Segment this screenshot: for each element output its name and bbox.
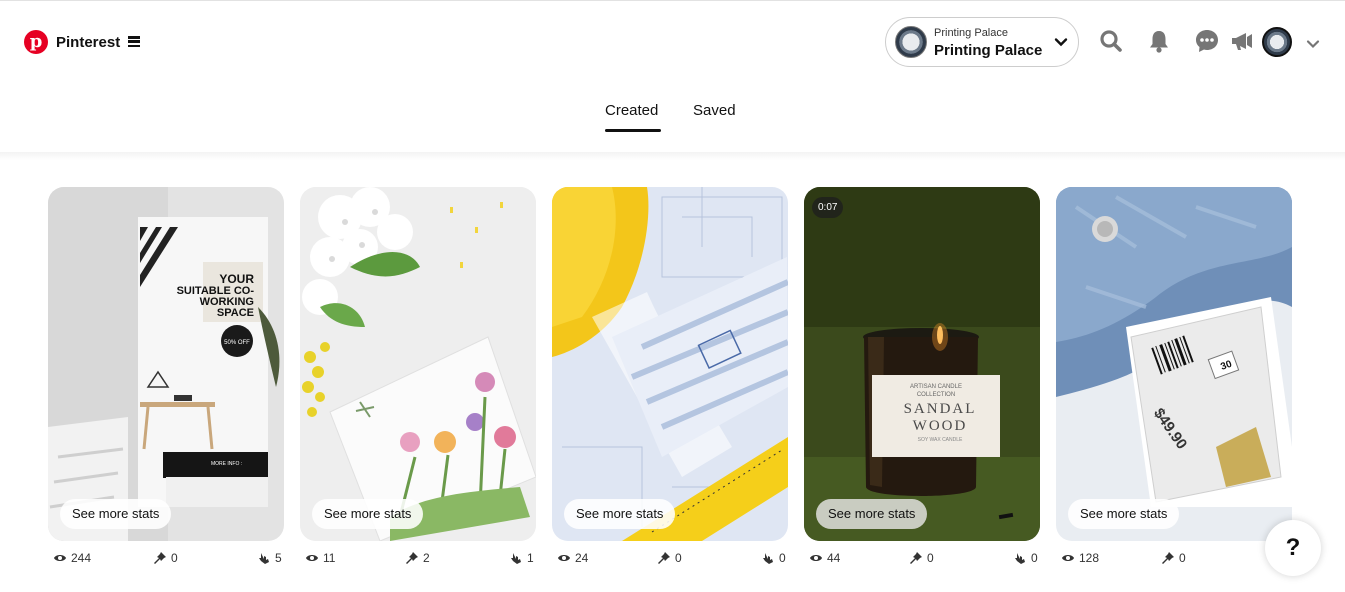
- eye-icon: [810, 555, 822, 561]
- discount-badge: 50% OFF: [224, 340, 250, 346]
- active-tab-indicator: [605, 129, 661, 132]
- profile-tabs: Created Saved: [0, 102, 1345, 134]
- impressions-count: 44: [827, 551, 841, 565]
- tap-icon: [1015, 553, 1025, 564]
- impressions-count: 11: [323, 551, 336, 565]
- account-label: Printing Palace: [934, 27, 1008, 39]
- pin-card[interactable]: 30 $49.90 See more stats: [1056, 187, 1292, 541]
- see-more-stats-button[interactable]: See more stats: [1068, 499, 1180, 529]
- see-more-stats-button[interactable]: See more stats: [60, 499, 172, 529]
- pin-stats: 11 2 1: [306, 551, 542, 567]
- see-more-stats-button[interactable]: See more stats: [816, 499, 928, 529]
- clicks-stat: 5: [258, 551, 282, 565]
- pin-image: YOUR SUITABLE CO- WORKING SPACE 50% OFF …: [48, 187, 284, 541]
- impressions-stat: 244: [54, 551, 91, 565]
- eye-icon: [558, 555, 570, 561]
- impressions-stat: 11: [306, 551, 335, 565]
- see-more-stats-button[interactable]: See more stats: [312, 499, 424, 529]
- pin-icon: [658, 552, 670, 564]
- impressions-count: 128: [1079, 551, 1100, 565]
- tap-icon: [259, 553, 269, 564]
- saves-stat: 2: [406, 551, 430, 565]
- header: p Pinterest Printing Palace Printing Pal…: [0, 1, 1345, 81]
- banner-footer: MORE INFO :: [211, 461, 242, 467]
- saves-stat: 0: [910, 551, 934, 565]
- clicks-count: 0: [1031, 551, 1038, 565]
- pin-image: ARTISAN CANDLE COLLECTION SANDAL WOOD SO…: [804, 187, 1040, 541]
- pin-stats: 44 0 0: [810, 551, 1046, 567]
- header-shadow: [0, 152, 1345, 160]
- messages-icon[interactable]: [1194, 28, 1220, 54]
- clicks-stat: 1: [510, 551, 534, 565]
- profile-avatar[interactable]: [1262, 27, 1292, 57]
- impressions-stat: 24: [558, 551, 588, 565]
- pin-image: [300, 187, 536, 541]
- pin-icon: [1162, 552, 1174, 564]
- saves-count: 2: [423, 551, 430, 565]
- eye-icon: [306, 555, 318, 561]
- pin-icon: [406, 552, 418, 564]
- saves-count: 0: [1179, 551, 1186, 565]
- saves-stat: 0: [1162, 551, 1186, 565]
- candle-label-line: SANDAL: [904, 401, 977, 417]
- tap-icon: [763, 553, 773, 564]
- saves-count: 0: [171, 551, 178, 565]
- pin-stats: 128 0: [1062, 551, 1298, 567]
- tab-created[interactable]: Created: [605, 102, 658, 119]
- pin-card[interactable]: ARTISAN CANDLE COLLECTION SANDAL WOOD SO…: [804, 187, 1040, 541]
- menu-icon[interactable]: [128, 36, 140, 48]
- account-switcher[interactable]: Printing Palace Printing Palace: [885, 17, 1079, 67]
- pin-image: [552, 187, 788, 541]
- tab-saved[interactable]: Saved: [693, 102, 736, 119]
- chevron-down-icon[interactable]: [1305, 36, 1321, 52]
- search-icon[interactable]: [1098, 28, 1124, 54]
- tap-icon: [511, 553, 521, 564]
- pin-stats: 24 0 0: [558, 551, 794, 567]
- account-name: Printing Palace: [934, 42, 1043, 59]
- candle-label-line: COLLECTION: [917, 392, 955, 398]
- help-button[interactable]: ?: [1265, 520, 1321, 576]
- clicks-count: 1: [527, 551, 534, 565]
- video-duration-badge: 0:07: [812, 197, 844, 218]
- pin-image: 30 $49.90: [1056, 187, 1292, 541]
- clicks-stat: 0: [1014, 551, 1038, 565]
- pinterest-logo-icon[interactable]: p: [24, 30, 48, 54]
- pin-card[interactable]: YOUR SUITABLE CO- WORKING SPACE 50% OFF …: [48, 187, 284, 541]
- impressions-count: 244: [71, 551, 92, 565]
- pin-stats: 244 0 5: [54, 551, 290, 567]
- candle-label-line: ARTISAN CANDLE: [910, 384, 962, 390]
- candle-label-line: WOOD: [913, 418, 968, 434]
- clicks-count: 0: [779, 551, 786, 565]
- impressions-stat: 128: [1062, 551, 1099, 565]
- saves-count: 0: [927, 551, 934, 565]
- clicks-stat: 0: [762, 551, 786, 565]
- pin-card[interactable]: See more stats: [300, 187, 536, 541]
- impressions-stat: 44: [810, 551, 840, 565]
- banner-line: SPACE: [217, 307, 254, 319]
- clicks-count: 5: [275, 551, 282, 565]
- pin-icon: [154, 552, 166, 564]
- bell-icon[interactable]: [1146, 28, 1172, 54]
- saves-count: 0: [675, 551, 682, 565]
- saves-stat: 0: [154, 551, 178, 565]
- chevron-down-icon: [1054, 38, 1068, 47]
- brand-name[interactable]: Pinterest: [56, 34, 120, 51]
- eye-icon: [54, 555, 66, 561]
- pin-icon: [910, 552, 922, 564]
- candle-label-line: SOY WAX CANDLE: [918, 437, 963, 443]
- banner-line: YOUR: [219, 272, 254, 286]
- eye-icon: [1062, 555, 1074, 561]
- pin-card[interactable]: See more stats: [552, 187, 788, 541]
- impressions-count: 24: [575, 551, 589, 565]
- megaphone-icon[interactable]: [1229, 28, 1255, 54]
- see-more-stats-button[interactable]: See more stats: [564, 499, 676, 529]
- saves-stat: 0: [658, 551, 682, 565]
- account-avatar: [895, 26, 927, 58]
